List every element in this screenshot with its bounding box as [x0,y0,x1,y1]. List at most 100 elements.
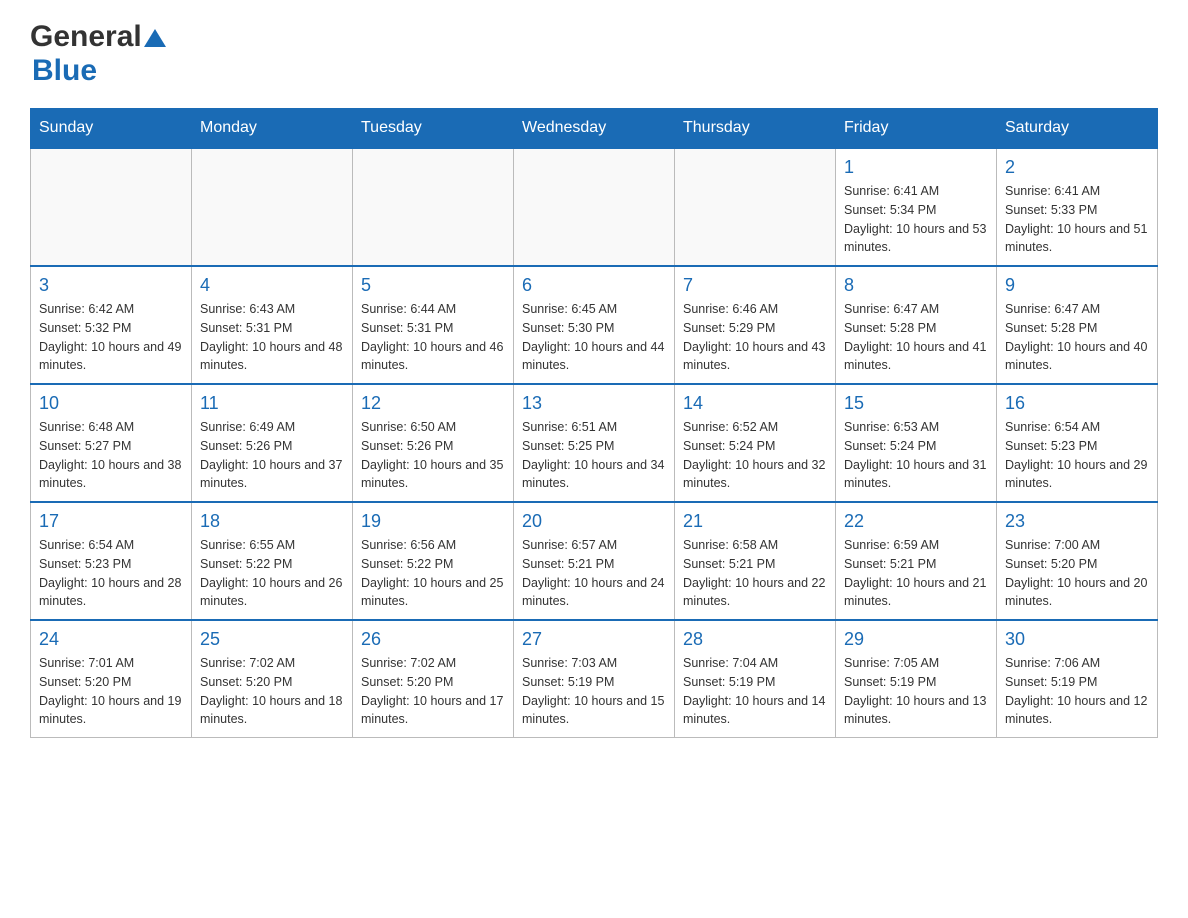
day-number: 19 [361,511,505,532]
col-monday: Monday [192,109,353,149]
day-info: Sunrise: 6:49 AM Sunset: 5:26 PM Dayligh… [200,418,344,493]
day-number: 12 [361,393,505,414]
calendar-cell: 3 Sunrise: 6:42 AM Sunset: 5:32 PM Daylig… [31,266,192,384]
day-number: 11 [200,393,344,414]
calendar-cell: 6 Sunrise: 6:45 AM Sunset: 5:30 PM Daylig… [514,266,675,384]
day-number: 1 [844,157,988,178]
col-wednesday: Wednesday [514,109,675,149]
day-info: Sunrise: 6:52 AM Sunset: 5:24 PM Dayligh… [683,418,827,493]
day-number: 25 [200,629,344,650]
calendar-cell: 9Sunrise: 6:47 AM Sunset: 5:28 PM Daylig… [997,266,1158,384]
week-row-2: 3 Sunrise: 6:42 AM Sunset: 5:32 PM Daylig… [31,266,1158,384]
col-friday: Friday [836,109,997,149]
day-info: Sunrise: 6:58 AM Sunset: 5:21 PM Dayligh… [683,536,827,611]
calendar-cell: 18Sunrise: 6:55 AM Sunset: 5:22 PM Dayli… [192,502,353,620]
day-number: 30 [1005,629,1149,650]
calendar-cell: 21 Sunrise: 6:58 AM Sunset: 5:21 PM Dayli… [675,502,836,620]
col-thursday: Thursday [675,109,836,149]
day-info: Sunrise: 6:46 AM Sunset: 5:29 PM Dayligh… [683,300,827,375]
calendar-cell: 26Sunrise: 7:02 AM Sunset: 5:20 PM Dayli… [353,620,514,738]
day-number: 4 [200,275,344,296]
day-number: 2 [1005,157,1149,178]
calendar-cell: 13 Sunrise: 6:51 AM Sunset: 5:25 PM Dayli… [514,384,675,502]
calendar-cell: 19 Sunrise: 6:56 AM Sunset: 5:22 PM Dayli… [353,502,514,620]
day-info: Sunrise: 6:44 AM Sunset: 5:31 PM Dayligh… [361,300,505,375]
calendar-cell: 16Sunrise: 6:54 AM Sunset: 5:23 PM Dayli… [997,384,1158,502]
calendar-cell: 10Sunrise: 6:48 AM Sunset: 5:27 PM Dayli… [31,384,192,502]
calendar-cell: 4 Sunrise: 6:43 AM Sunset: 5:31 PM Daylig… [192,266,353,384]
calendar-cell: 11 Sunrise: 6:49 AM Sunset: 5:26 PM Dayli… [192,384,353,502]
logo-triangle-icon [144,27,166,49]
calendar-cell: 2 Sunrise: 6:41 AM Sunset: 5:33 PM Daylig… [997,148,1158,266]
col-saturday: Saturday [997,109,1158,149]
day-number: 15 [844,393,988,414]
calendar-cell [675,148,836,266]
day-info: Sunrise: 6:41 AM Sunset: 5:34 PM Dayligh… [844,182,988,257]
day-info: Sunrise: 6:47 AM Sunset: 5:28 PM Dayligh… [844,300,988,375]
day-number: 13 [522,393,666,414]
week-row-5: 24Sunrise: 7:01 AM Sunset: 5:20 PM Dayli… [31,620,1158,738]
day-info: Sunrise: 6:54 AM Sunset: 5:23 PM Dayligh… [39,536,183,611]
day-info: Sunrise: 7:06 AM Sunset: 5:19 PM Dayligh… [1005,654,1149,729]
calendar-cell: 12 Sunrise: 6:50 AM Sunset: 5:26 PM Dayli… [353,384,514,502]
calendar-cell: 15 Sunrise: 6:53 AM Sunset: 5:24 PM Dayli… [836,384,997,502]
day-number: 6 [522,275,666,296]
calendar-cell [31,148,192,266]
calendar-cell: 30 Sunrise: 7:06 AM Sunset: 5:19 PM Dayli… [997,620,1158,738]
day-info: Sunrise: 6:59 AM Sunset: 5:21 PM Dayligh… [844,536,988,611]
day-info: Sunrise: 6:55 AM Sunset: 5:22 PM Dayligh… [200,536,344,611]
week-row-1: 1 Sunrise: 6:41 AM Sunset: 5:34 PM Daylig… [31,148,1158,266]
week-row-4: 17 Sunrise: 6:54 AM Sunset: 5:23 PM Dayli… [31,502,1158,620]
calendar-cell: 1 Sunrise: 6:41 AM Sunset: 5:34 PM Daylig… [836,148,997,266]
week-row-3: 10Sunrise: 6:48 AM Sunset: 5:27 PM Dayli… [31,384,1158,502]
page-header: General Blue [30,20,1158,88]
calendar-cell: 27Sunrise: 7:03 AM Sunset: 5:19 PM Dayli… [514,620,675,738]
day-number: 17 [39,511,183,532]
calendar-cell: 28Sunrise: 7:04 AM Sunset: 5:19 PM Dayli… [675,620,836,738]
logo-general-text: General [30,20,142,54]
day-info: Sunrise: 6:43 AM Sunset: 5:31 PM Dayligh… [200,300,344,375]
calendar-cell: 25 Sunrise: 7:02 AM Sunset: 5:20 PM Dayli… [192,620,353,738]
calendar-cell [353,148,514,266]
day-number: 10 [39,393,183,414]
calendar-cell: 14 Sunrise: 6:52 AM Sunset: 5:24 PM Dayli… [675,384,836,502]
col-tuesday: Tuesday [353,109,514,149]
day-info: Sunrise: 6:54 AM Sunset: 5:23 PM Dayligh… [1005,418,1149,493]
calendar-cell: 5 Sunrise: 6:44 AM Sunset: 5:31 PM Daylig… [353,266,514,384]
day-info: Sunrise: 6:50 AM Sunset: 5:26 PM Dayligh… [361,418,505,493]
day-info: Sunrise: 6:51 AM Sunset: 5:25 PM Dayligh… [522,418,666,493]
day-number: 27 [522,629,666,650]
calendar-cell: 24Sunrise: 7:01 AM Sunset: 5:20 PM Dayli… [31,620,192,738]
logo: General Blue [30,20,166,88]
calendar-cell: 22 Sunrise: 6:59 AM Sunset: 5:21 PM Dayli… [836,502,997,620]
calendar-table: Sunday Monday Tuesday Wednesday Thursday… [30,108,1158,738]
calendar-cell: 7 Sunrise: 6:46 AM Sunset: 5:29 PM Daylig… [675,266,836,384]
col-sunday: Sunday [31,109,192,149]
calendar-cell: 17 Sunrise: 6:54 AM Sunset: 5:23 PM Dayli… [31,502,192,620]
day-info: Sunrise: 7:02 AM Sunset: 5:20 PM Dayligh… [200,654,344,729]
day-number: 26 [361,629,505,650]
day-info: Sunrise: 6:41 AM Sunset: 5:33 PM Dayligh… [1005,182,1149,257]
calendar-cell: 8 Sunrise: 6:47 AM Sunset: 5:28 PM Daylig… [836,266,997,384]
day-number: 7 [683,275,827,296]
calendar-cell [192,148,353,266]
day-number: 8 [844,275,988,296]
calendar-cell [514,148,675,266]
day-info: Sunrise: 6:56 AM Sunset: 5:22 PM Dayligh… [361,536,505,611]
day-info: Sunrise: 6:45 AM Sunset: 5:30 PM Dayligh… [522,300,666,375]
day-info: Sunrise: 6:47 AM Sunset: 5:28 PM Dayligh… [1005,300,1149,375]
day-number: 28 [683,629,827,650]
day-info: Sunrise: 6:53 AM Sunset: 5:24 PM Dayligh… [844,418,988,493]
day-number: 29 [844,629,988,650]
day-number: 14 [683,393,827,414]
day-number: 3 [39,275,183,296]
day-number: 5 [361,275,505,296]
day-info: Sunrise: 7:05 AM Sunset: 5:19 PM Dayligh… [844,654,988,729]
day-number: 20 [522,511,666,532]
calendar-cell: 23Sunrise: 7:00 AM Sunset: 5:20 PM Dayli… [997,502,1158,620]
day-number: 22 [844,511,988,532]
logo-blue-text: Blue [32,54,97,87]
calendar-cell: 20Sunrise: 6:57 AM Sunset: 5:21 PM Dayli… [514,502,675,620]
day-info: Sunrise: 6:42 AM Sunset: 5:32 PM Dayligh… [39,300,183,375]
day-number: 21 [683,511,827,532]
